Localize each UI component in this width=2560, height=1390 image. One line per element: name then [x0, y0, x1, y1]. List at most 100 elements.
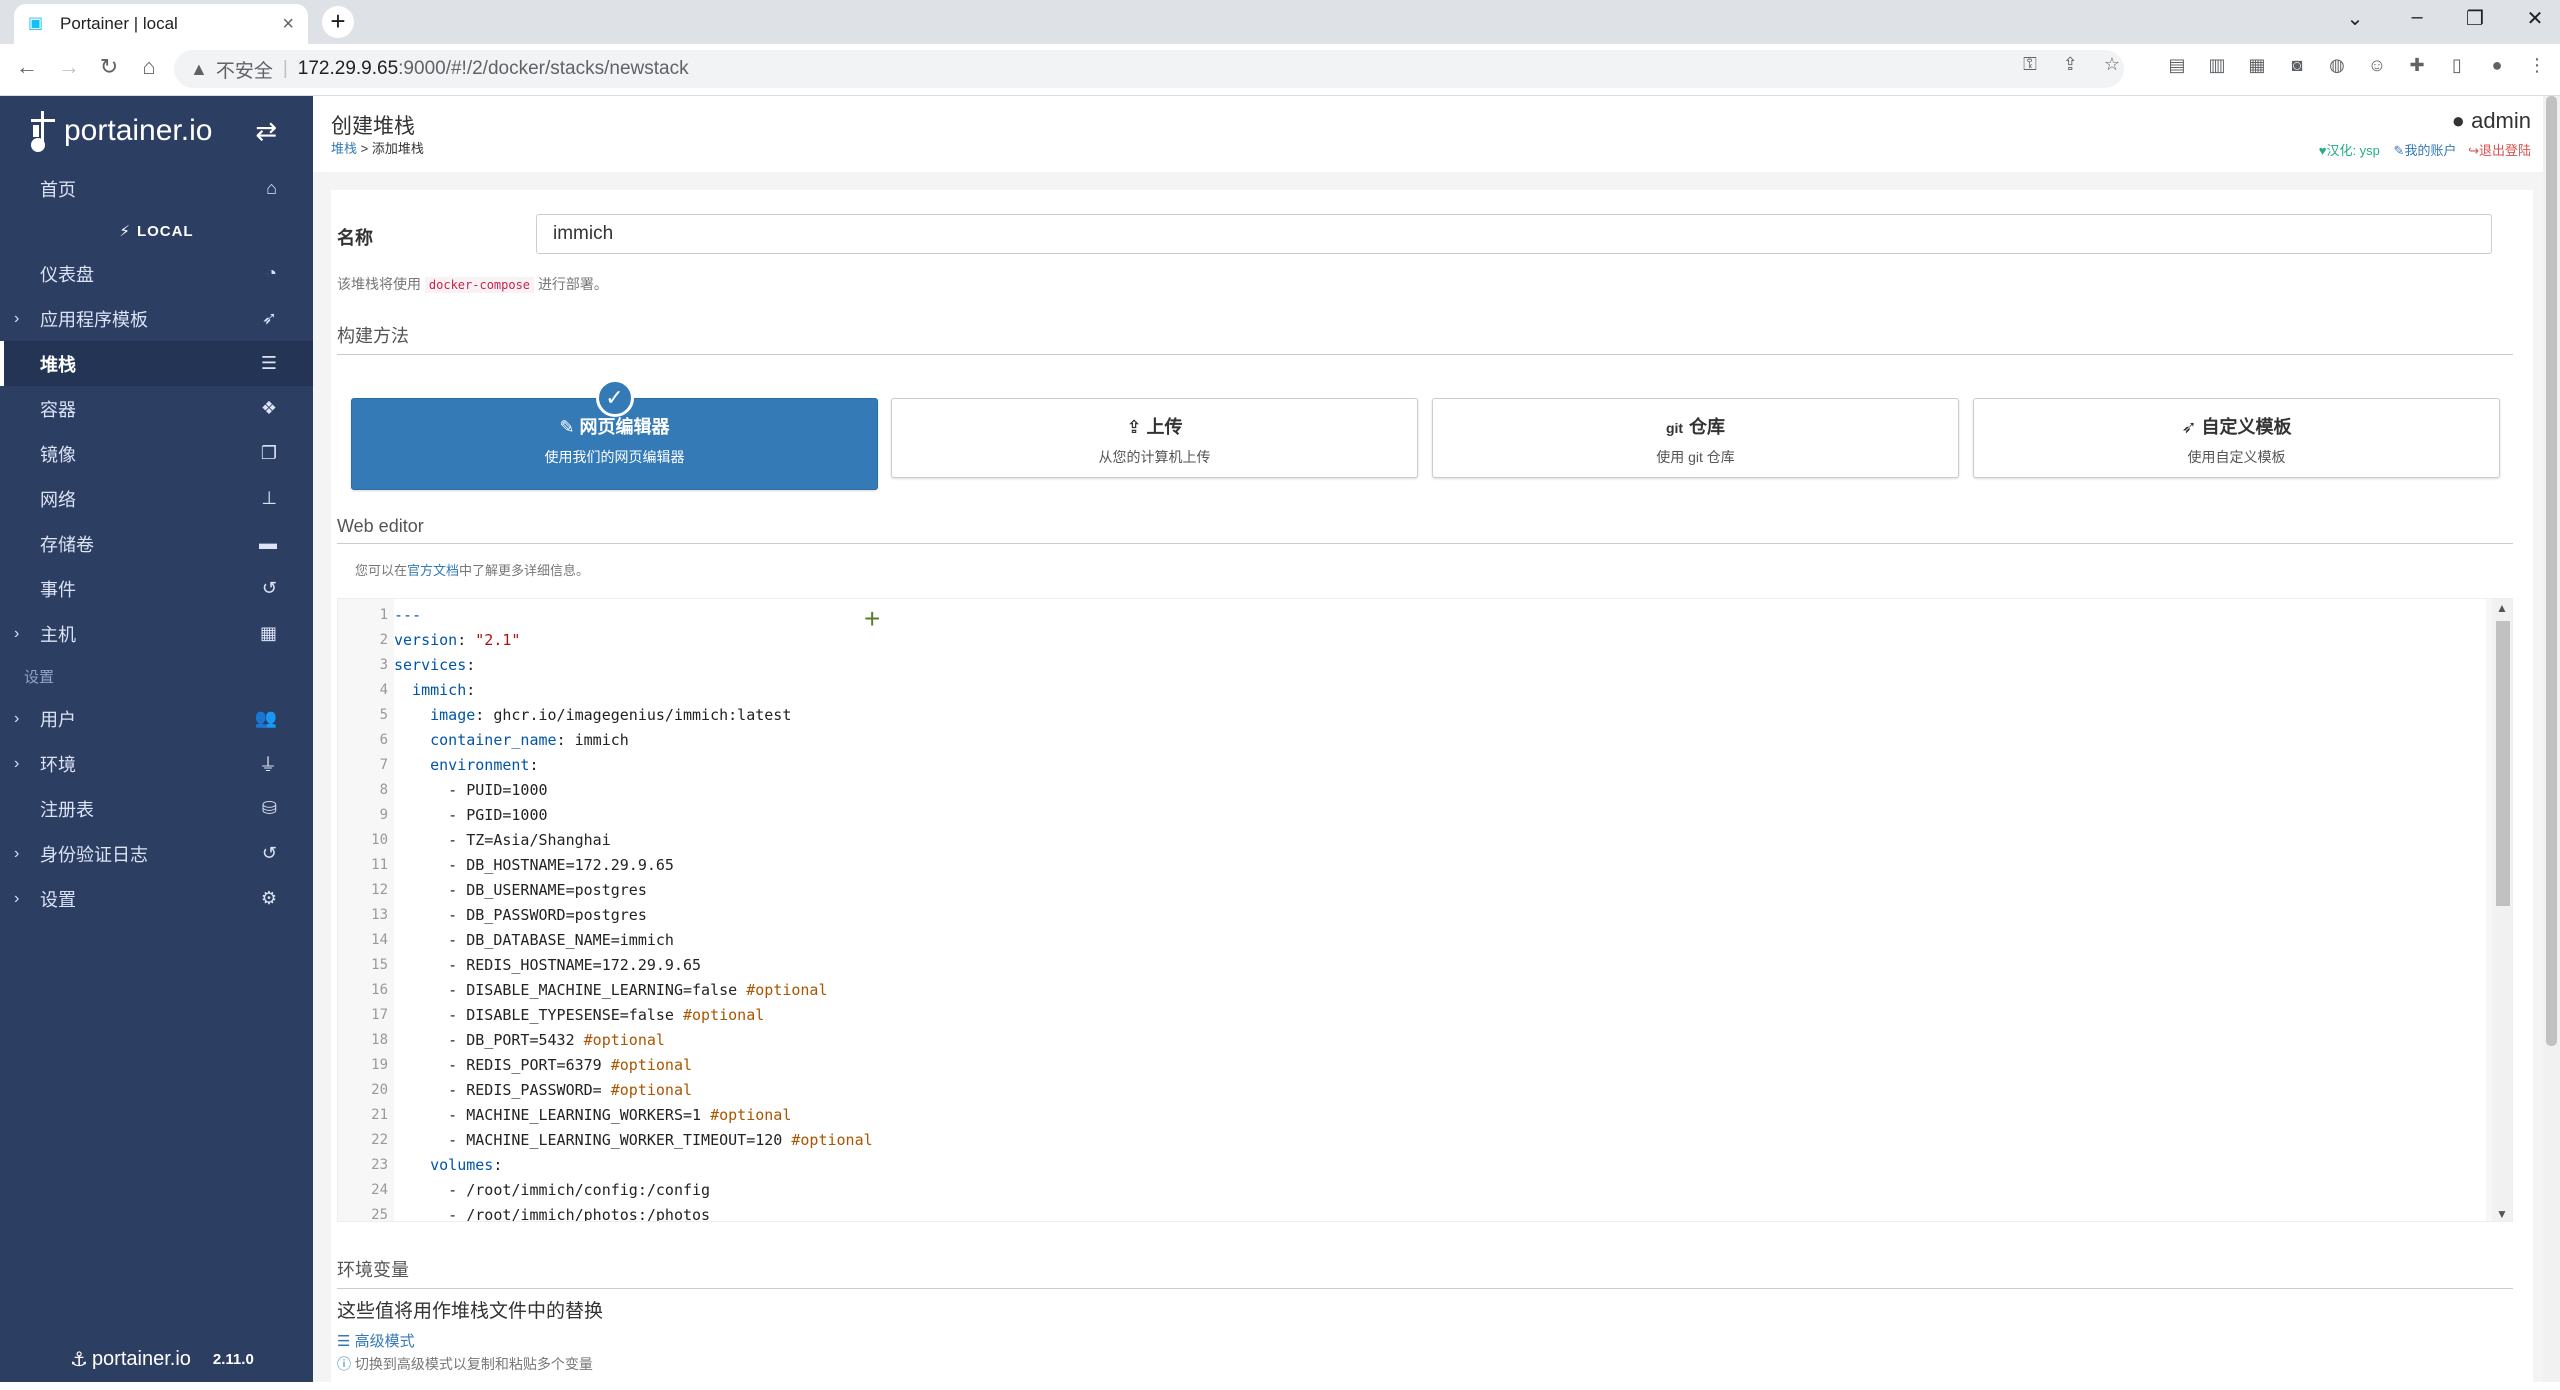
profile-avatar-icon[interactable]: ● [2486, 54, 2508, 76]
compose-hint: 该堆栈将使用 docker-compose 进行部署。 [337, 274, 608, 294]
localization-credit: ♥汉化: ysp [2318, 143, 2380, 158]
sidebar-item-environments[interactable]: › 环境 ⏚ [0, 741, 313, 786]
reload-icon[interactable]: ↻ [94, 54, 124, 80]
sidebar-item-dashboard[interactable]: 仪表盘 ◔ [0, 251, 313, 296]
extension-icon[interactable]: ▤ [2166, 54, 2188, 76]
code-line: - PUID=1000 [394, 778, 548, 803]
address-bar[interactable]: ▲ 不安全 | 172.29.9.65:9000/#!/2/docker/sta… [174, 50, 2124, 88]
browser-chrome: ▣ Portainer | local × + ⌄ – ❐ ✕ ← → ↻ ⌂ … [0, 0, 2560, 96]
toggle-sidebar-icon[interactable]: ⇄ [255, 116, 277, 147]
logout-link[interactable]: ↪退出登陆 [2468, 143, 2531, 158]
key-icon[interactable]: ⚿ [2023, 54, 2037, 75]
brand[interactable]: portainer.io ⇄ [0, 96, 313, 166]
method-desc: 使用我们的网页编辑器 [544, 449, 685, 465]
method-web-editor[interactable]: ✓ ✎ 网页编辑器 使用我们的网页编辑器 [351, 379, 878, 490]
sidebar-item-users[interactable]: › 用户 👥 [0, 696, 313, 741]
editor-scrollbar[interactable]: ▲ ▼ [2492, 599, 2512, 1221]
code-token: #optional [583, 1031, 665, 1049]
code-token: - /root/immich/photos:/photos [394, 1206, 711, 1222]
extension-icon[interactable]: ◍ [2326, 54, 2348, 76]
sidebar-item-label: 堆栈 [40, 354, 76, 375]
method-title-text: 上传 [1146, 417, 1183, 437]
browser-tab[interactable]: ▣ Portainer | local × [14, 4, 308, 44]
back-icon[interactable]: ← [12, 54, 42, 80]
sidebar-item-stacks[interactable]: 堆栈 ☰ [0, 341, 313, 386]
portainer-logo-icon: ⚓ [70, 1349, 88, 1371]
page-scroll-thumb[interactable] [2546, 96, 2557, 1046]
sidebar-item-label: 环境 [40, 754, 76, 775]
code-line: - DISABLE_MACHINE_LEARNING=false #option… [394, 978, 827, 1003]
restore-button[interactable]: ❐ [2450, 6, 2500, 31]
sidebar-item-home[interactable]: 首页 ⌂ [0, 166, 313, 211]
sidebar-item-networks[interactable]: 网络 ⊥ [0, 476, 313, 521]
puzzle-icon[interactable]: ✚ [2406, 54, 2428, 76]
code-line: volumes: [394, 1153, 502, 1178]
method-upload[interactable]: ⇪ 上传 从您的计算机上传 [891, 398, 1418, 478]
tab-search-icon[interactable]: ⌄ [2330, 6, 2380, 31]
line-number: 16 [371, 982, 388, 998]
upload-icon: ⇪ [1126, 417, 1147, 437]
menu-kebab-icon[interactable]: ⋮ [2526, 54, 2548, 76]
advanced-mode-link[interactable]: ☰ 高级模式 [337, 1330, 415, 1351]
scroll-thumb[interactable] [2496, 621, 2510, 906]
hdd-icon: ▬ [259, 533, 277, 553]
method-repository[interactable]: git 仓库 使用 git 仓库 [1432, 398, 1959, 478]
warning-icon[interactable]: ▲ [190, 59, 208, 80]
minimize-button[interactable]: – [2392, 6, 2442, 29]
logout-label: 退出登陆 [2478, 143, 2531, 158]
code-token: container_name [394, 731, 557, 749]
sidebar-item-images[interactable]: 镜像 ❐ [0, 431, 313, 476]
new-tab-button[interactable]: + [322, 6, 354, 38]
code-token: #optional [746, 981, 828, 999]
close-window-button[interactable]: ✕ [2510, 6, 2560, 31]
sidebar-item-app-templates[interactable]: › 应用程序模板 ➶ [0, 296, 313, 341]
code-token: #optional [710, 1106, 792, 1124]
sidebar-item-events[interactable]: 事件 ↺ [0, 566, 313, 611]
code-line: environment: [394, 753, 538, 778]
sidebar-item-label: 容器 [40, 399, 76, 420]
close-tab-icon[interactable]: × [282, 13, 294, 36]
extension-icon[interactable]: ▥ [2206, 54, 2228, 76]
my-account-link[interactable]: ✎我的账户 [2394, 143, 2457, 158]
bookmark-star-icon[interactable]: ☆ [2104, 54, 2120, 75]
sidebar-item-containers[interactable]: 容器 ❖ [0, 386, 313, 431]
code-token: version [394, 631, 458, 649]
docs-hint: 您可以在官方文档中了解更多详细信息。 [355, 560, 589, 579]
extension-icon[interactable]: ▦ [2246, 54, 2268, 76]
stack-name-input[interactable]: immich [536, 214, 2492, 254]
code-token: volumes [394, 1156, 494, 1174]
env-vars-title: 环境变量 [337, 1256, 2513, 1289]
sidebar-item-volumes[interactable]: 存储卷 ▬ [0, 521, 313, 566]
breadcrumb-stacks-link[interactable]: 堆栈 [331, 141, 357, 156]
code-area[interactable]: + --- version: "2.1" services: immich: ima… [394, 599, 2486, 1222]
official-docs-link[interactable]: 官方文档 [407, 563, 459, 578]
sidebar-item-settings[interactable]: › 设置 ⚙ [0, 876, 313, 921]
extension-icon[interactable]: ☺ [2366, 54, 2388, 76]
home-icon[interactable]: ⌂ [134, 54, 164, 80]
sidebar-item-host[interactable]: › 主机 ▦ [0, 611, 313, 656]
sidebar-item-registries[interactable]: 注册表 ⛁ [0, 786, 313, 831]
line-number: 17 [371, 1007, 388, 1023]
extension-icon[interactable]: ◙ [2286, 54, 2308, 76]
scroll-down-arrow-icon[interactable]: ▼ [2496, 1207, 2508, 1221]
page-scrollbar[interactable] [2543, 96, 2560, 1382]
code-editor[interactable]: 1 2 3 4 5 6 7 8 9 10 11 12 13 14 15 16 17 18 19 20 21 22 23 24 2… [337, 598, 2513, 1222]
code-token: - PUID=1000 [394, 781, 548, 799]
forward-icon[interactable]: → [54, 54, 84, 80]
method-custom-template[interactable]: ➶ 自定义模板 使用自定义模板 [1973, 398, 2500, 478]
share-icon[interactable]: ⇪ [2063, 54, 2078, 75]
code-line: immich: [394, 678, 475, 703]
code-line: - MACHINE_LEARNING_WORKERS=1 #optional [394, 1103, 791, 1128]
sidebar-toggle-icon[interactable]: ▯ [2446, 54, 2468, 76]
code-line: services: [394, 653, 475, 678]
sidebar-item-label: 镜像 [40, 444, 76, 465]
sidebar-item-label: 事件 [40, 579, 76, 600]
scroll-up-arrow-icon[interactable]: ▲ [2496, 601, 2508, 615]
code-token: "2.1" [475, 631, 521, 649]
sidebar-item-auth-logs[interactable]: › 身份验证日志 ↺ [0, 831, 313, 876]
user-menu[interactable]: ● admin [2452, 108, 2531, 134]
line-number: 2 [379, 632, 388, 648]
code-line: - DB_HOSTNAME=172.29.9.65 [394, 853, 674, 878]
code-line: --- [394, 603, 421, 628]
chevron-right-icon: › [14, 844, 20, 862]
